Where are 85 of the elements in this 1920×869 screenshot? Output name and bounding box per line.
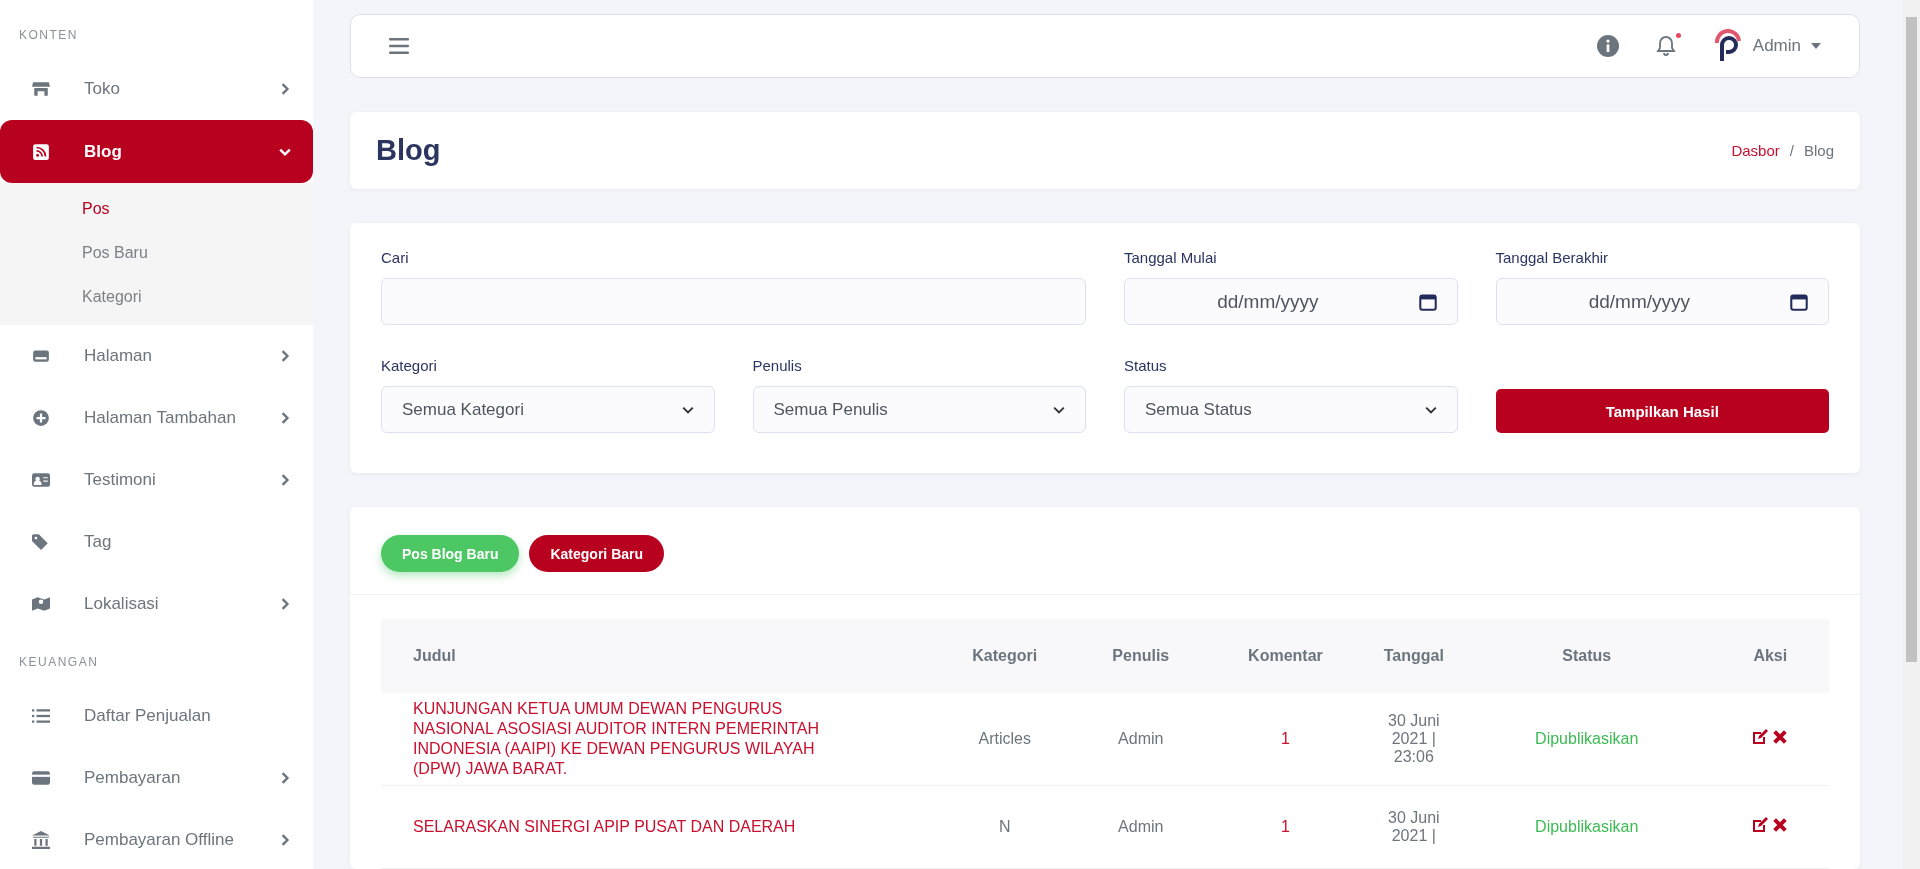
close-icon[interactable] [1772, 817, 1789, 833]
chevron-right-icon [279, 834, 291, 846]
menu-icon[interactable] [389, 37, 409, 54]
calendar-icon [1790, 292, 1808, 311]
submenu-item[interactable]: Pos Baru [0, 231, 313, 275]
breadcrumb-link[interactable]: Dasbor [1731, 141, 1780, 159]
sidebar-item[interactable]: Tag [0, 511, 313, 573]
rss-icon [32, 142, 50, 161]
column-header: Tanggal [1365, 619, 1462, 693]
edit-icon[interactable] [1752, 729, 1769, 745]
chevron-down-icon [1424, 405, 1437, 414]
search-field[interactable] [381, 278, 1086, 325]
field-label: Tanggal Mulai [1124, 249, 1218, 266]
field-label: Kategori [381, 357, 438, 374]
dropdown-field[interactable]: Semua Kategori [381, 386, 715, 433]
dropdown-field[interactable]: Semua Status [1124, 386, 1458, 433]
calendar-icon [1418, 292, 1437, 311]
bell-icon[interactable] [1654, 34, 1677, 57]
edit-icon[interactable] [1752, 817, 1769, 833]
post-title-link[interactable]: KUNJUNGAN KETUA UMUM DEWAN PENGURUS NASIONAL ASOSIASI AUDITOR INTERN PEMERINTAH INDONESIA (AAIPI) KE DEWAN PENGURUS WILAYAH (DPW) JAWA BARAT. [413, 699, 853, 779]
card-icon [32, 347, 50, 365]
sidebar-item[interactable]: Halaman Tambahan [0, 387, 313, 449]
action-button[interactable]: Kategori Baru [529, 535, 665, 572]
submenu-item[interactable]: Kategori [0, 275, 313, 319]
scrollbar[interactable] [1903, 0, 1920, 869]
post-title-link[interactable]: SELARASKAN SINERGI APIP PUSAT DAN DAERAH [413, 817, 853, 837]
chevron-down-icon [1053, 405, 1065, 414]
breadcrumb-current: Blog [1803, 141, 1834, 159]
sidebar-item[interactable]: Halaman [0, 325, 313, 387]
caret-icon [1811, 42, 1821, 49]
table-cell: Articles [978, 730, 1031, 747]
column-header: Penulis [1076, 619, 1206, 693]
dropdown-field[interactable]: Semua Penulis [752, 386, 1086, 433]
chevron-right-icon [279, 772, 291, 784]
logo-icon [1712, 28, 1743, 63]
breadcrumb-separator: / [1789, 141, 1794, 159]
chevron-right-icon [279, 83, 291, 95]
field-label: Cari [381, 249, 410, 266]
sidebar-item[interactable]: Pembayaran [0, 747, 313, 809]
sidebar-item[interactable]: Testimoni [0, 449, 313, 511]
date-field[interactable]: dd/mm/yyyy [1124, 278, 1458, 325]
table-cell: Admin [1118, 730, 1164, 747]
chevron-right-icon [279, 412, 291, 424]
chevron-down-icon [681, 405, 694, 414]
table-cell: N [998, 818, 1011, 835]
sidebar-item[interactable]: Lokalisasi [0, 573, 313, 635]
map-icon [32, 595, 50, 613]
chevron-right-icon [279, 350, 291, 362]
table-cell: 30 Juni 2021 | [1388, 809, 1440, 844]
column-header: Status [1461, 619, 1712, 693]
table-cell: Admin [1118, 818, 1164, 835]
close-icon[interactable] [1772, 729, 1789, 745]
section-heading: KONTEN [18, 27, 79, 44]
plus-icon [32, 409, 50, 427]
chevron-right-icon [279, 598, 291, 610]
page-title: Blog [376, 133, 441, 167]
submenu-item[interactable]: Pos [0, 187, 313, 231]
status-text: Dipublikasikan [1535, 730, 1639, 747]
field-label: Status [1124, 357, 1168, 374]
section-heading: KEUANGAN [18, 654, 100, 671]
column-header: Komentar [1205, 619, 1366, 693]
sidebar-item[interactable]: Pembayaran Offline [0, 809, 313, 869]
sidebar-item[interactable]: Toko [0, 58, 313, 120]
date-field[interactable]: dd/mm/yyyy [1495, 278, 1829, 325]
comment-count-link[interactable]: 1 [1281, 730, 1290, 747]
id-icon [32, 471, 50, 489]
bank-icon [32, 831, 50, 849]
field-label: Tanggal Berakhir [1495, 249, 1610, 266]
column-header: Aksi [1711, 619, 1829, 693]
status-text: Dipublikasikan [1535, 818, 1639, 835]
store-icon [32, 80, 50, 98]
list-icon [32, 707, 50, 725]
user-menu[interactable]: Admin [1712, 28, 1821, 63]
info-icon[interactable] [1596, 34, 1619, 57]
tag-icon [32, 533, 50, 551]
field-label: Penulis [752, 357, 803, 374]
column-header: Judul [381, 619, 933, 693]
sidebar-item[interactable]: Daftar Penjualan [0, 685, 313, 747]
sidebar-item[interactable]: Blog [0, 120, 313, 183]
column-header: Kategori [933, 619, 1077, 693]
table-cell: 30 Juni 2021 | 23:06 [1388, 712, 1440, 765]
credit-icon [32, 769, 50, 787]
comment-count-link[interactable]: 1 [1281, 818, 1290, 835]
chevron-right-icon [279, 474, 291, 486]
show-results-button[interactable]: Tampilkan Hasil [1495, 389, 1829, 433]
